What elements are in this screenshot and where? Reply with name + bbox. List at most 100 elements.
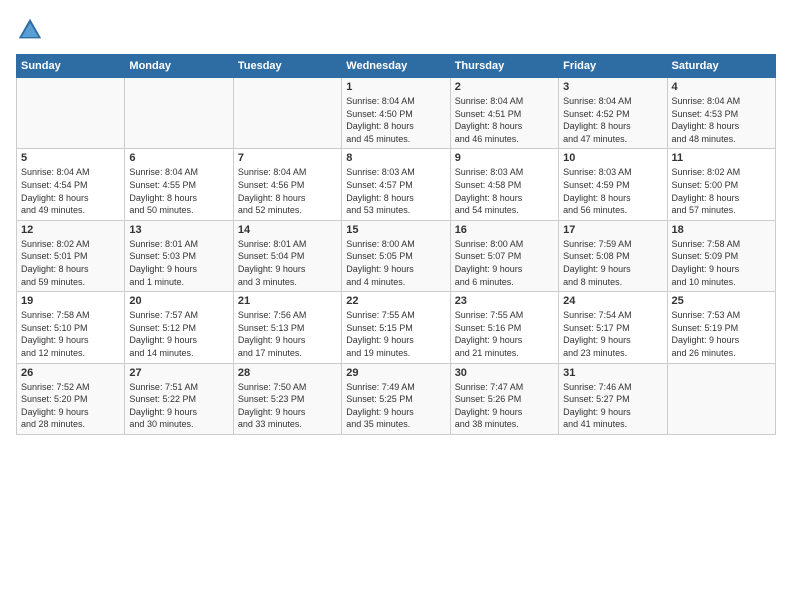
header-row: SundayMondayTuesdayWednesdayThursdayFrid… <box>17 55 776 78</box>
day-cell: 7Sunrise: 8:04 AM Sunset: 4:56 PM Daylig… <box>233 149 341 220</box>
day-number: 26 <box>21 367 120 379</box>
day-number: 3 <box>563 81 662 93</box>
day-cell: 1 Sunrise: 8:04 AM Sunset: 4:50 PM Daylig… <box>342 78 450 149</box>
day-info: Sunrise: 7:46 AM Sunset: 5:27 PM Dayligh… <box>563 381 662 431</box>
calendar-table: SundayMondayTuesdayWednesdayThursdayFrid… <box>16 54 776 435</box>
day-number: 17 <box>563 224 662 236</box>
day-number: 14 <box>238 224 337 236</box>
header-day-saturday: Saturday <box>667 55 775 78</box>
day-cell: 31 Sunrise: 7:46 AM Sunset: 5:27 PM Dayli… <box>559 363 667 434</box>
day-cell <box>667 363 775 434</box>
day-cell: 8Sunrise: 8:03 AM Sunset: 4:57 PM Daylig… <box>342 149 450 220</box>
day-cell: 26 Sunrise: 7:52 AM Sunset: 5:20 PM Dayli… <box>17 363 125 434</box>
day-info: Sunrise: 7:53 AM Sunset: 5:19 PM Dayligh… <box>672 309 771 359</box>
day-cell: 22Sunrise: 7:55 AM Sunset: 5:15 PM Dayli… <box>342 292 450 363</box>
week-row-2: 5 Sunrise: 8:04 AM Sunset: 4:54 PM Daylig… <box>17 149 776 220</box>
day-number: 20 <box>129 295 228 307</box>
day-cell: 9 Sunrise: 8:03 AM Sunset: 4:58 PM Daylig… <box>450 149 558 220</box>
day-cell: 19Sunrise: 7:58 AM Sunset: 5:10 PM Dayli… <box>17 292 125 363</box>
day-info: Sunrise: 8:03 AM Sunset: 4:58 PM Dayligh… <box>455 166 554 216</box>
day-cell: 29 Sunrise: 7:49 AM Sunset: 5:25 PM Dayli… <box>342 363 450 434</box>
day-cell: 3 Sunrise: 8:04 AM Sunset: 4:52 PM Daylig… <box>559 78 667 149</box>
day-number: 15 <box>346 224 445 236</box>
day-cell: 30 Sunrise: 7:47 AM Sunset: 5:26 PM Dayli… <box>450 363 558 434</box>
day-info: Sunrise: 8:04 AM Sunset: 4:54 PM Dayligh… <box>21 166 120 216</box>
day-info: Sunrise: 7:57 AM Sunset: 5:12 PM Dayligh… <box>129 309 228 359</box>
logo-icon <box>16 16 44 44</box>
page: SundayMondayTuesdayWednesdayThursdayFrid… <box>0 0 792 612</box>
day-cell <box>233 78 341 149</box>
day-info: Sunrise: 7:47 AM Sunset: 5:26 PM Dayligh… <box>455 381 554 431</box>
day-cell: 27Sunrise: 7:51 AM Sunset: 5:22 PM Dayli… <box>125 363 233 434</box>
day-info: Sunrise: 8:04 AM Sunset: 4:55 PM Dayligh… <box>129 166 228 216</box>
day-cell: 24 Sunrise: 7:54 AM Sunset: 5:17 PM Dayli… <box>559 292 667 363</box>
day-number: 8 <box>346 152 445 164</box>
day-info: Sunrise: 8:02 AM Sunset: 5:00 PM Dayligh… <box>672 166 771 216</box>
day-number: 18 <box>672 224 771 236</box>
day-number: 12 <box>21 224 120 236</box>
header-day-friday: Friday <box>559 55 667 78</box>
day-cell: 28 Sunrise: 7:50 AM Sunset: 5:23 PM Dayli… <box>233 363 341 434</box>
day-info: Sunrise: 8:04 AM Sunset: 4:51 PM Dayligh… <box>455 95 554 145</box>
week-row-5: 26 Sunrise: 7:52 AM Sunset: 5:20 PM Dayli… <box>17 363 776 434</box>
day-cell: 10 Sunrise: 8:03 AM Sunset: 4:59 PM Dayli… <box>559 149 667 220</box>
day-number: 13 <box>129 224 228 236</box>
day-number: 5 <box>21 152 120 164</box>
day-cell <box>125 78 233 149</box>
day-info: Sunrise: 7:52 AM Sunset: 5:20 PM Dayligh… <box>21 381 120 431</box>
day-info: Sunrise: 8:01 AM Sunset: 5:03 PM Dayligh… <box>129 238 228 288</box>
header-day-wednesday: Wednesday <box>342 55 450 78</box>
day-info: Sunrise: 7:55 AM Sunset: 5:16 PM Dayligh… <box>455 309 554 359</box>
header-day-thursday: Thursday <box>450 55 558 78</box>
day-cell: 2 Sunrise: 8:04 AM Sunset: 4:51 PM Daylig… <box>450 78 558 149</box>
day-info: Sunrise: 7:58 AM Sunset: 5:09 PM Dayligh… <box>672 238 771 288</box>
day-cell: 6 Sunrise: 8:04 AM Sunset: 4:55 PM Daylig… <box>125 149 233 220</box>
day-info: Sunrise: 8:01 AM Sunset: 5:04 PM Dayligh… <box>238 238 337 288</box>
day-info: Sunrise: 8:04 AM Sunset: 4:50 PM Dayligh… <box>346 95 445 145</box>
day-number: 10 <box>563 152 662 164</box>
header-day-tuesday: Tuesday <box>233 55 341 78</box>
logo <box>16 16 48 44</box>
day-number: 28 <box>238 367 337 379</box>
day-cell: 17 Sunrise: 7:59 AM Sunset: 5:08 PM Dayli… <box>559 220 667 291</box>
day-number: 11 <box>672 152 771 164</box>
day-cell: 5 Sunrise: 8:04 AM Sunset: 4:54 PM Daylig… <box>17 149 125 220</box>
header-day-monday: Monday <box>125 55 233 78</box>
day-cell: 21 Sunrise: 7:56 AM Sunset: 5:13 PM Dayli… <box>233 292 341 363</box>
header-day-sunday: Sunday <box>17 55 125 78</box>
day-info: Sunrise: 7:50 AM Sunset: 5:23 PM Dayligh… <box>238 381 337 431</box>
day-cell: 13 Sunrise: 8:01 AM Sunset: 5:03 PM Dayli… <box>125 220 233 291</box>
day-info: Sunrise: 8:04 AM Sunset: 4:56 PM Dayligh… <box>238 166 337 216</box>
day-info: Sunrise: 8:04 AM Sunset: 4:53 PM Dayligh… <box>672 95 771 145</box>
day-number: 31 <box>563 367 662 379</box>
day-number: 24 <box>563 295 662 307</box>
day-info: Sunrise: 8:00 AM Sunset: 5:05 PM Dayligh… <box>346 238 445 288</box>
day-number: 9 <box>455 152 554 164</box>
day-info: Sunrise: 7:49 AM Sunset: 5:25 PM Dayligh… <box>346 381 445 431</box>
day-number: 16 <box>455 224 554 236</box>
day-number: 6 <box>129 152 228 164</box>
day-number: 4 <box>672 81 771 93</box>
day-info: Sunrise: 8:04 AM Sunset: 4:52 PM Dayligh… <box>563 95 662 145</box>
day-cell: 4 Sunrise: 8:04 AM Sunset: 4:53 PM Daylig… <box>667 78 775 149</box>
day-number: 29 <box>346 367 445 379</box>
day-info: Sunrise: 7:56 AM Sunset: 5:13 PM Dayligh… <box>238 309 337 359</box>
day-cell: 25 Sunrise: 7:53 AM Sunset: 5:19 PM Dayli… <box>667 292 775 363</box>
day-number: 27 <box>129 367 228 379</box>
day-info: Sunrise: 7:59 AM Sunset: 5:08 PM Dayligh… <box>563 238 662 288</box>
day-number: 25 <box>672 295 771 307</box>
day-cell: 11 Sunrise: 8:02 AM Sunset: 5:00 PM Dayli… <box>667 149 775 220</box>
day-cell: 14 Sunrise: 8:01 AM Sunset: 5:04 PM Dayli… <box>233 220 341 291</box>
header <box>16 16 776 44</box>
day-info: Sunrise: 7:54 AM Sunset: 5:17 PM Dayligh… <box>563 309 662 359</box>
day-number: 23 <box>455 295 554 307</box>
day-info: Sunrise: 7:58 AM Sunset: 5:10 PM Dayligh… <box>21 309 120 359</box>
day-cell: 16Sunrise: 8:00 AM Sunset: 5:07 PM Dayli… <box>450 220 558 291</box>
day-cell <box>17 78 125 149</box>
day-number: 2 <box>455 81 554 93</box>
day-info: Sunrise: 8:03 AM Sunset: 4:59 PM Dayligh… <box>563 166 662 216</box>
day-number: 30 <box>455 367 554 379</box>
day-cell: 18 Sunrise: 7:58 AM Sunset: 5:09 PM Dayli… <box>667 220 775 291</box>
day-number: 21 <box>238 295 337 307</box>
day-number: 1 <box>346 81 445 93</box>
